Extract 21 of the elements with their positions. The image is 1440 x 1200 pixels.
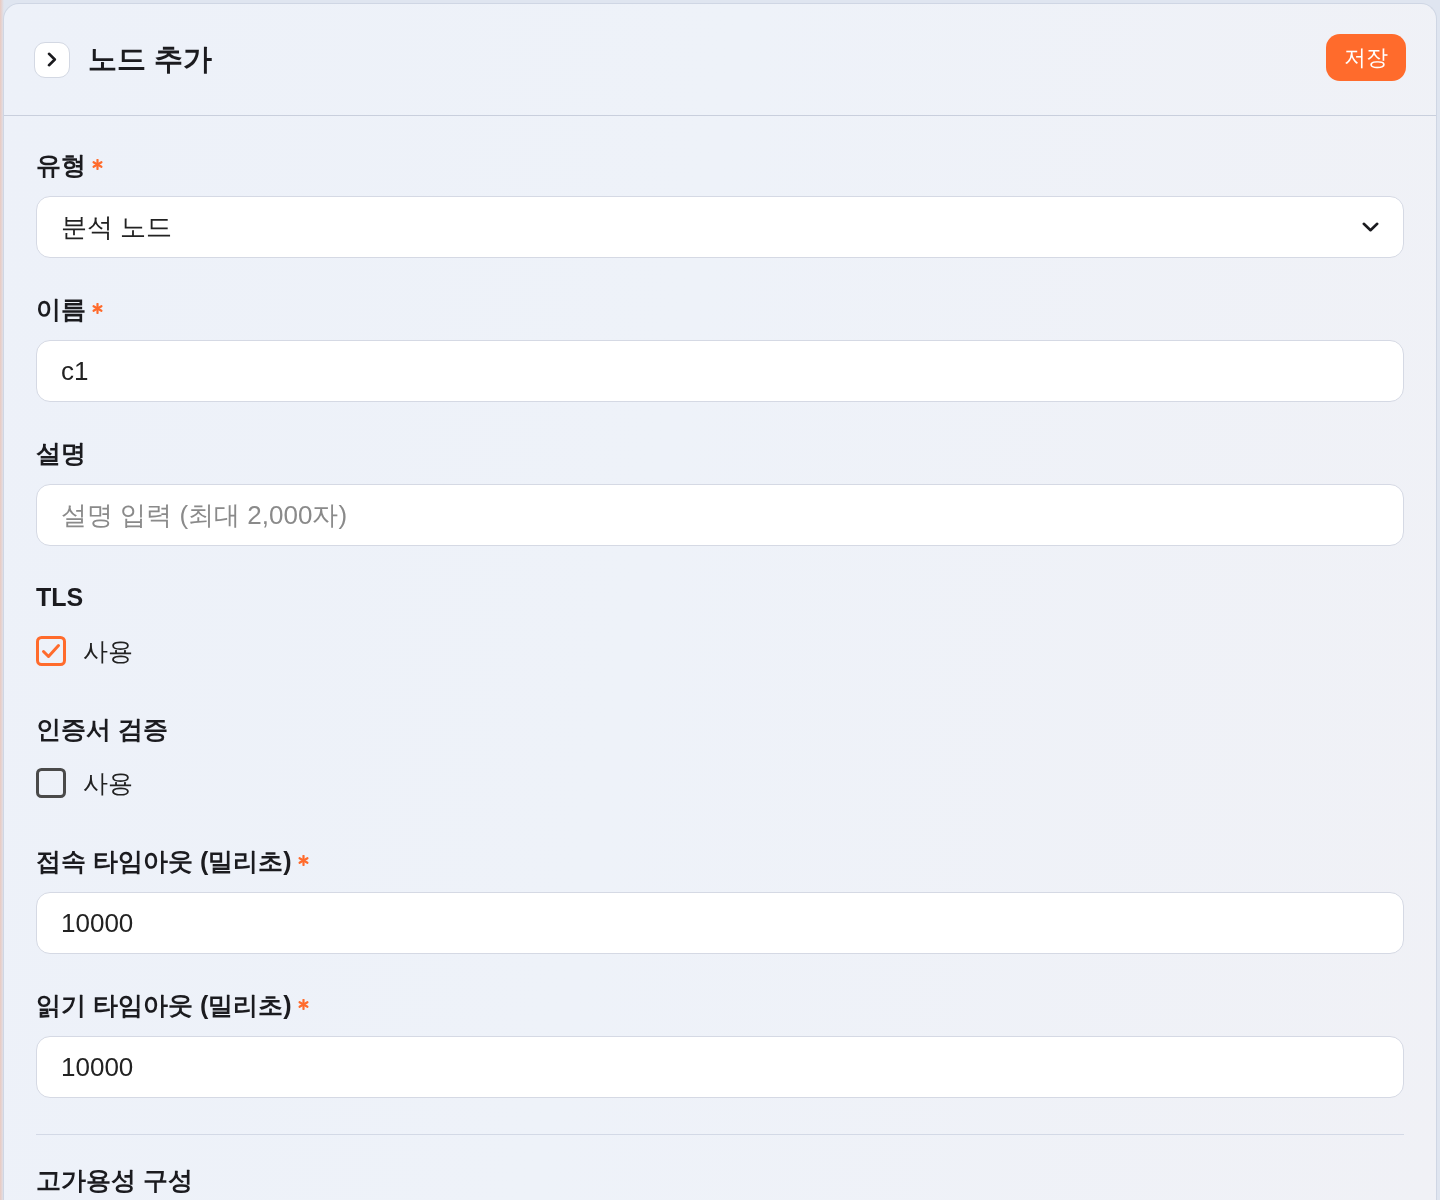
checkbox-label[interactable]: 사용 xyxy=(83,768,133,798)
field-label: 인증서 검증 xyxy=(36,714,168,744)
checkbox[interactable] xyxy=(36,768,66,798)
chevron-down-icon xyxy=(1362,222,1379,232)
input-field[interactable]: 10000 xyxy=(36,892,1404,954)
checkbox[interactable] xyxy=(36,636,66,666)
section-heading: 고가용성 구성 xyxy=(36,1165,194,1195)
input-field[interactable]: 10000 xyxy=(36,1036,1404,1098)
type-select[interactable]: 분석 노드 xyxy=(36,196,1404,258)
field-label: TLS xyxy=(36,582,84,612)
field-label: 이름 xyxy=(36,294,86,324)
input-field[interactable]: 설명 입력 (최대 2,000자) xyxy=(36,484,1404,546)
field-label: 유형 xyxy=(36,150,86,180)
chevron-right-icon xyxy=(47,52,57,67)
checkbox-label[interactable]: 사용 xyxy=(83,636,133,666)
panel-toggle-button[interactable] xyxy=(34,41,70,78)
input-field[interactable]: c1 xyxy=(36,340,1404,402)
field-label: 읽기 타임아웃 (밀리초) xyxy=(36,990,292,1020)
field-label: 접속 타임아웃 (밀리초) xyxy=(36,846,292,876)
field-label: 설명 xyxy=(36,438,86,468)
panel-title: 노드 추가 xyxy=(88,42,213,77)
